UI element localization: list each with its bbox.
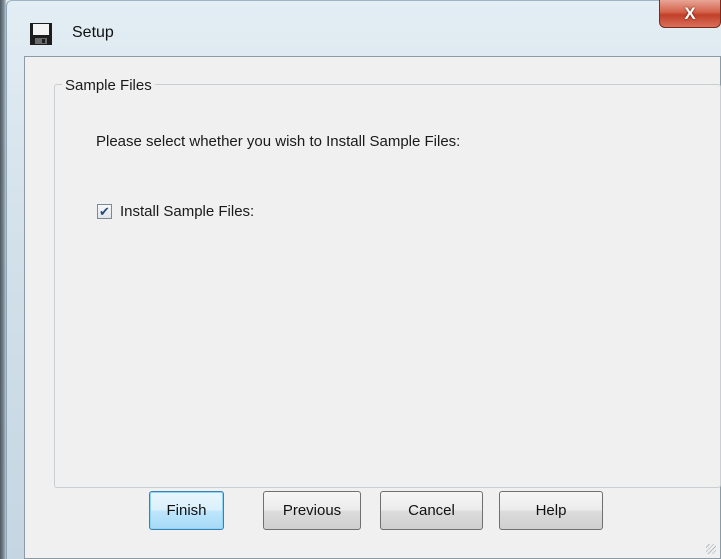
install-prompt-text: Please select whether you wish to Instal… (96, 133, 461, 150)
previous-button[interactable]: Previous (263, 491, 361, 530)
close-button[interactable]: X (659, 0, 721, 28)
help-button[interactable]: Help (499, 491, 603, 530)
checkbox-label: Install Sample Files: (120, 203, 255, 220)
previous-button-label: Previous (282, 502, 342, 519)
close-icon: X (684, 3, 696, 23)
finish-button-label: Finish (166, 502, 207, 519)
floppy-disk-icon (28, 21, 54, 47)
cancel-button[interactable]: Cancel (380, 491, 483, 530)
groupbox-legend: Sample Files (62, 77, 155, 94)
resize-grip[interactable] (706, 544, 716, 554)
title-bar[interactable]: Setup X (6, 0, 721, 56)
dialog-client-area: Sample Files Please select whether you w… (24, 56, 721, 559)
install-sample-files-checkbox[interactable]: ✔ (97, 204, 112, 219)
cancel-button-label: Cancel (408, 502, 455, 519)
window-title: Setup (72, 24, 114, 41)
help-button-label: Help (535, 502, 567, 519)
finish-button[interactable]: Finish (149, 491, 224, 530)
checkmark-icon: ✔ (99, 204, 110, 219)
install-sample-files-option[interactable]: ✔ Install Sample Files: (97, 203, 254, 220)
